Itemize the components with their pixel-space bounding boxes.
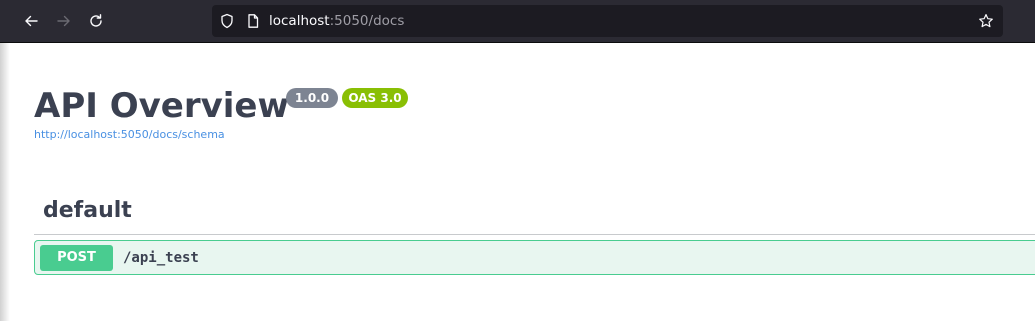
shield-icon[interactable] bbox=[219, 13, 235, 29]
schema-link[interactable]: http://localhost:5050/docs/schema bbox=[34, 128, 225, 141]
reload-icon bbox=[90, 14, 102, 27]
url-host: localhost bbox=[269, 13, 330, 29]
page-edge-shadow bbox=[0, 42, 10, 321]
bookmark-star-icon[interactable] bbox=[978, 13, 994, 29]
operation-post-api-test[interactable]: POST /api_test bbox=[34, 240, 1035, 275]
forward-button[interactable] bbox=[53, 10, 75, 32]
tag-divider bbox=[34, 234, 1035, 235]
page-title: API Overview bbox=[34, 86, 289, 126]
url-text[interactable]: localhost:5050/docs bbox=[269, 12, 404, 30]
method-badge: POST bbox=[40, 245, 113, 271]
reload-button[interactable] bbox=[85, 10, 107, 32]
page-icon[interactable] bbox=[245, 13, 261, 29]
tag-heading-default[interactable]: default bbox=[43, 196, 132, 226]
operation-path: /api_test bbox=[123, 250, 199, 266]
browser-toolbar: localhost:5050/docs bbox=[0, 0, 1035, 42]
arrow-left-icon bbox=[25, 15, 38, 27]
oas-badge: OAS 3.0 bbox=[342, 88, 408, 108]
arrow-right-icon bbox=[57, 15, 70, 27]
address-bar[interactable]: localhost:5050/docs bbox=[212, 5, 1003, 37]
toolbar-border bbox=[0, 42, 1035, 43]
version-badge: 1.0.0 bbox=[286, 88, 338, 108]
back-button[interactable] bbox=[20, 10, 42, 32]
url-path: :5050/docs bbox=[329, 13, 405, 29]
